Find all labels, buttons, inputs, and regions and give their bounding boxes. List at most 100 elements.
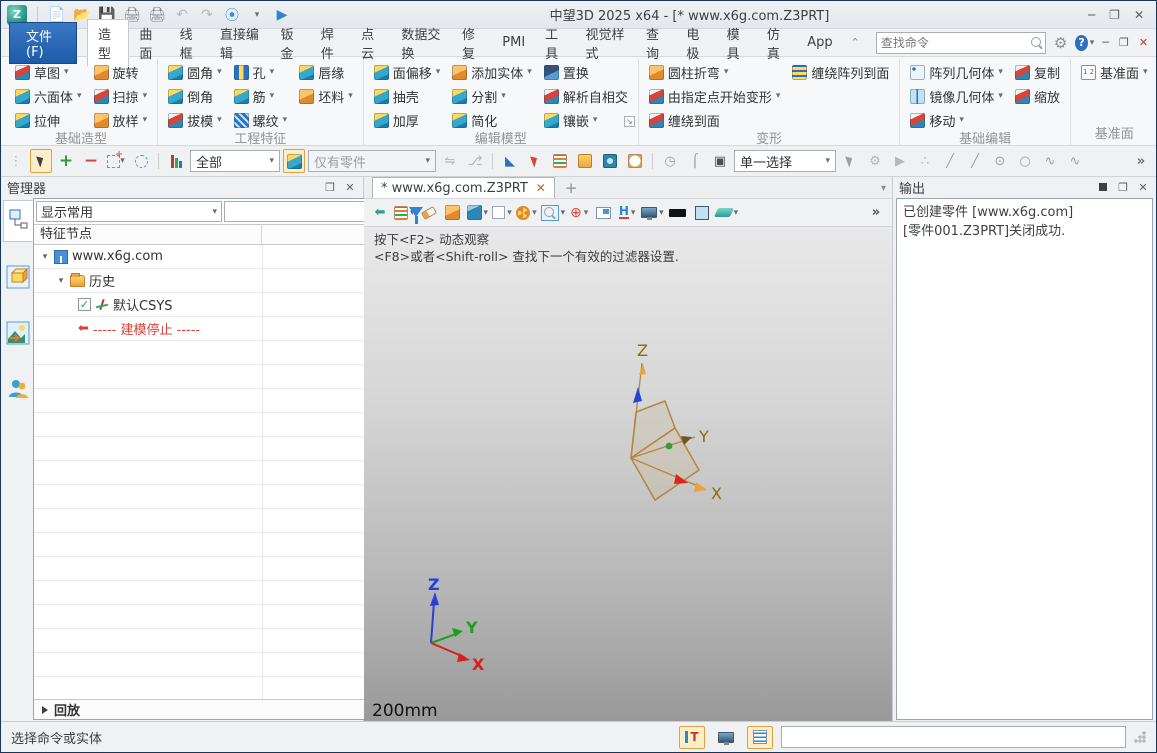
resize-grip[interactable] <box>1134 731 1146 743</box>
point-snap-button[interactable]: ∴ <box>914 149 936 173</box>
dimension-display-button[interactable]: H▾ <box>617 202 637 224</box>
solid-manager-tab[interactable] <box>3 256 33 298</box>
center-snap-button[interactable]: ⊙ <box>989 149 1011 173</box>
curve-pick-button[interactable]: ⌠ <box>684 149 706 173</box>
pick-settings-button[interactable]: ⚙ <box>864 149 886 173</box>
sub-window-button[interactable] <box>593 202 613 224</box>
section-view-button[interactable]: ▾ <box>516 202 537 224</box>
tab-list-icon[interactable]: ▾ <box>881 183 886 194</box>
resolve-self-intersection-button[interactable]: 解析自相交 <box>540 84 632 108</box>
datum-plane-button[interactable]: 基准面▾ <box>1077 60 1152 84</box>
selection-mode-select[interactable]: 单一选择▾ <box>734 150 836 172</box>
history-manager-tab[interactable] <box>3 200 33 242</box>
spline-snap-button[interactable]: ∿ <box>1039 149 1061 173</box>
external-reference-button[interactable] <box>599 149 621 173</box>
stock-button[interactable]: 坯料▾ <box>295 84 357 108</box>
rotate-view-button[interactable]: ⊕▾ <box>569 202 589 224</box>
add-solid-button[interactable]: 添加实体▾ <box>448 60 536 84</box>
shell-button[interactable]: 抽壳 <box>370 84 445 108</box>
box-button[interactable]: 六面体▾ <box>11 84 86 108</box>
move-button[interactable]: 移动▾ <box>906 108 1007 132</box>
display-monitor-button[interactable] <box>713 726 739 749</box>
inlay-button[interactable]: 镶嵌▾ <box>540 108 632 132</box>
mdi-close-button[interactable]: ✕ <box>1139 36 1148 49</box>
part-only-select[interactable]: 仅有零件▾ <box>308 150 436 172</box>
extrude-button[interactable]: 拉伸 <box>11 108 86 132</box>
output-restore-button[interactable]: ❐ <box>1116 181 1130 194</box>
checked-checkbox[interactable]: ✓ <box>78 298 91 311</box>
wrap-to-face-button[interactable]: 缠绕到面 <box>645 108 785 132</box>
entity-filter-select[interactable]: 全部▾ <box>190 150 280 172</box>
chevron-expand-icon[interactable]: ▾ <box>56 276 66 286</box>
status-input-field[interactable] <box>781 726 1126 748</box>
wrap-pattern-to-face-button[interactable]: 缠绕阵列到面 <box>788 60 893 84</box>
timer-button[interactable]: ◷ <box>659 149 681 173</box>
tab-app[interactable]: App <box>797 31 842 54</box>
loft-button[interactable]: 放样▾ <box>90 108 152 132</box>
revolve-button[interactable]: 旋转 <box>90 60 152 84</box>
display-mode-select[interactable]: 显示常用▾ <box>36 201 222 222</box>
simplify-button[interactable]: 简化 <box>448 108 536 132</box>
sweep-button[interactable]: 扫掠▾ <box>90 84 152 108</box>
draft-button[interactable]: 拔模▾ <box>164 108 226 132</box>
filter-button[interactable] <box>165 149 187 173</box>
output-log[interactable]: 已创建零件 [www.x6g.com] [零件001.Z3PRT]关闭成功. <box>896 198 1153 720</box>
thread-button[interactable]: 螺纹▾ <box>230 108 292 132</box>
thicken-button[interactable]: 加厚 <box>370 108 445 132</box>
wireframe-display-button[interactable]: ▾ <box>492 202 512 224</box>
erase-button[interactable] <box>419 202 439 224</box>
fillet-button[interactable]: 圆角▾ <box>164 60 226 84</box>
pick-part-button[interactable] <box>283 149 305 173</box>
lasso-select-button[interactable] <box>130 149 152 173</box>
replace-button[interactable]: 置换 <box>540 60 632 84</box>
shaded-display-button[interactable]: ▾ <box>467 202 489 224</box>
circle-snap-button[interactable]: ○ <box>1014 149 1036 173</box>
add-selection-button[interactable]: + <box>55 149 77 173</box>
copy-button[interactable]: 复制 <box>1011 60 1064 84</box>
sketch-button[interactable]: 草图▾ <box>11 60 86 84</box>
mdi-minimize-button[interactable]: ─ <box>1102 36 1109 49</box>
cylindrical-bend-button[interactable]: 圆柱折弯▾ <box>645 60 785 84</box>
scale-button[interactable]: 缩放 <box>1011 84 1064 108</box>
tab-close-icon[interactable]: ✕ <box>536 181 546 195</box>
pick-arrow-button[interactable] <box>839 149 861 173</box>
surface-render-button[interactable]: ▾ <box>716 202 739 224</box>
mirror-geometry-button[interactable]: 镜像几何体▾ <box>906 84 1007 108</box>
collapse-ribbon-icon[interactable]: ⌃ <box>843 36 868 49</box>
selection-list-button[interactable] <box>549 149 571 173</box>
file-menu-button[interactable]: 文件(F) <box>9 22 77 64</box>
solid-pick-button[interactable]: ▣ <box>709 149 731 173</box>
curve2-snap-button[interactable]: ∿ <box>1064 149 1086 173</box>
viewtool-overflow-button[interactable]: » <box>866 202 886 224</box>
minimize-button[interactable]: ─ <box>1088 8 1095 22</box>
remove-selection-button[interactable]: − <box>80 149 102 173</box>
related-pick-button[interactable]: ⎇ <box>464 149 486 173</box>
tips-toggle-button[interactable]: T <box>679 726 705 749</box>
viewport-3d[interactable]: 按下<F2> 动态观察 <F8>或者<Shift-roll> 查找下一个有效的过… <box>364 227 892 723</box>
toolbar-grip[interactable]: ⋮ <box>5 149 27 173</box>
command-search-input[interactable] <box>881 36 1031 50</box>
background-black-button[interactable] <box>668 202 688 224</box>
toolbar-overflow-button[interactable]: » <box>1130 149 1152 173</box>
pick-last-button[interactable]: ◣ <box>499 149 521 173</box>
visual-manager-tab[interactable] <box>3 312 33 354</box>
deform-from-point-button[interactable]: 由指定点开始变形▾ <box>645 84 785 108</box>
settings-gear-icon[interactable]: ⚙ <box>1054 34 1067 52</box>
hole-button[interactable]: 孔▾ <box>230 60 292 84</box>
default-csys-graphic[interactable]: Z Y X <box>601 341 761 511</box>
align-view-button[interactable] <box>443 202 463 224</box>
background-color-button[interactable] <box>692 202 712 224</box>
chamfer-button[interactable]: 倒角 <box>164 84 226 108</box>
line-snap-button[interactable]: ╱ <box>939 149 961 173</box>
pick-list-button[interactable] <box>524 149 546 173</box>
pick-cursor-button[interactable] <box>30 149 52 173</box>
face-offset-button[interactable]: 面偏移▾ <box>370 60 445 84</box>
output-close-button[interactable]: ✕ <box>1136 181 1150 194</box>
command-search-box[interactable] <box>876 32 1046 54</box>
play-filter-button[interactable]: ▶ <box>889 149 911 173</box>
manager-restore-button[interactable]: ❐ <box>323 181 337 194</box>
rib-button[interactable]: 筋▾ <box>230 84 292 108</box>
lip-button[interactable]: 唇缘 <box>295 60 357 84</box>
dialog-launcher-icon[interactable]: ↘ <box>624 116 635 127</box>
history-pick-button[interactable] <box>624 149 646 173</box>
